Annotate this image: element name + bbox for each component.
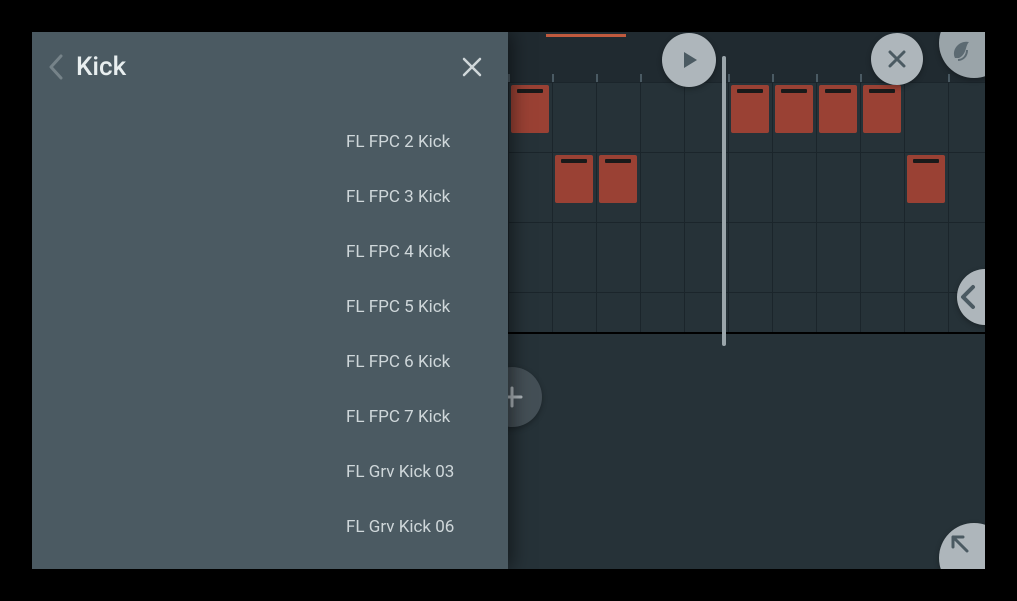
browser-list[interactable]: FL FPC 2 Kick FL FPC 3 Kick FL FPC 4 Kick F… <box>32 102 508 554</box>
browser-item-label: FL FPC 7 Kick <box>346 407 450 427</box>
sequencer-note[interactable] <box>775 85 813 133</box>
timeline-segment <box>546 34 626 37</box>
browser-header: Kick <box>32 32 508 102</box>
app-frame: Kick FL FPC 2 Kick FL FPC 3 Kick FL FPC 4 … <box>32 32 985 569</box>
browser-item[interactable]: FL FPC 4 Kick <box>32 224 508 279</box>
sample-browser-panel: Kick FL FPC 2 Kick FL FPC 3 Kick FL FPC 4 … <box>32 32 508 569</box>
browser-item-label: FL FPC 6 Kick <box>346 352 450 372</box>
sequencer-bottom-area <box>508 332 985 569</box>
play-icon <box>678 49 700 71</box>
browser-item[interactable]: FL FPC 7 Kick <box>32 389 508 444</box>
sequencer-note[interactable] <box>511 85 549 133</box>
sequencer-note[interactable] <box>555 155 593 203</box>
playhead[interactable] <box>722 56 726 346</box>
chevron-left-icon <box>959 283 979 311</box>
browser-item[interactable]: FL Grv Kick 03 <box>32 444 508 499</box>
sequencer-note[interactable] <box>863 85 901 133</box>
browser-item-label: FL FPC 2 Kick <box>346 132 450 152</box>
browser-item-label: FL FPC 3 Kick <box>346 187 450 207</box>
sequencer-note[interactable] <box>907 155 945 203</box>
browser-item[interactable]: FL Grv Kick 06 <box>32 499 508 554</box>
fl-logo-icon <box>945 36 979 70</box>
sequencer-note[interactable] <box>819 85 857 133</box>
close-button[interactable] <box>871 33 923 85</box>
close-icon <box>886 48 908 70</box>
browser-item[interactable]: FL FPC 3 Kick <box>32 169 508 224</box>
browser-item[interactable]: FL FPC 5 Kick <box>32 279 508 334</box>
browser-close-button[interactable] <box>454 49 490 85</box>
sequencer-note[interactable] <box>599 155 637 203</box>
browser-item-label: FL FPC 4 Kick <box>346 242 450 262</box>
chevron-left-icon <box>47 52 65 82</box>
browser-item-label: FL Grv Kick 03 <box>346 462 454 482</box>
browser-item[interactable]: FL FPC 2 Kick <box>32 114 508 169</box>
step-sequencer <box>508 32 985 569</box>
browser-item[interactable]: FL FPC 6 Kick <box>32 334 508 389</box>
arrow-up-left-icon <box>947 531 973 557</box>
close-icon <box>461 56 483 78</box>
browser-title: Kick <box>76 52 454 82</box>
browser-item-label: FL FPC 5 Kick <box>346 297 450 317</box>
play-button[interactable] <box>662 33 716 87</box>
sequencer-row[interactable] <box>508 222 985 292</box>
sequencer-note[interactable] <box>731 85 769 133</box>
browser-item-label: FL Grv Kick 06 <box>346 517 454 537</box>
browser-back-button[interactable] <box>38 49 74 85</box>
